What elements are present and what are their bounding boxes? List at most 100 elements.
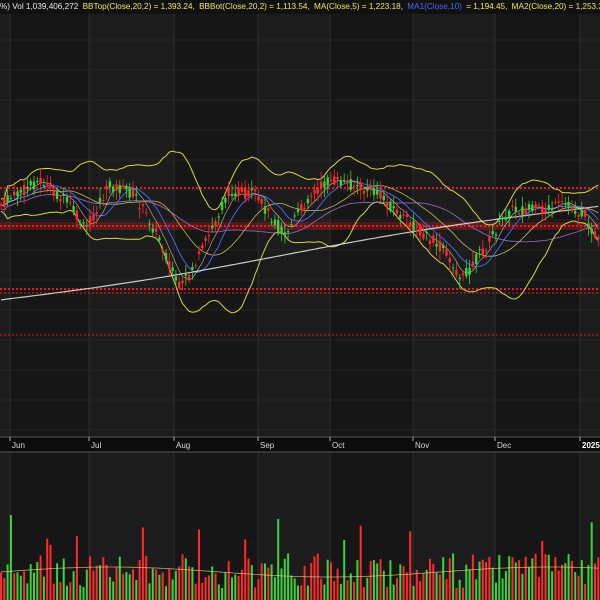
- candle-body: [118, 185, 121, 193]
- volume-bar: [379, 559, 382, 600]
- candle-body: [597, 236, 600, 240]
- volume-bar: [356, 560, 359, 600]
- volume-bar: [95, 565, 98, 600]
- candle-body: [240, 187, 244, 192]
- volume-bar: [16, 572, 19, 600]
- candle-body: [79, 223, 82, 225]
- volume-bar: [99, 565, 101, 600]
- volume-bar: [544, 554, 547, 600]
- candle-body: [237, 187, 240, 196]
- volume-bar: [372, 560, 375, 600]
- candle-body: [230, 193, 234, 196]
- candle-body: [72, 206, 75, 213]
- volume-bar: [287, 553, 290, 600]
- candle-body: [6, 195, 9, 203]
- candle-body: [108, 181, 112, 188]
- candle-body: [191, 266, 194, 270]
- volume-bar: [283, 558, 286, 600]
- candle-body: [52, 190, 55, 196]
- candle-body: [488, 236, 491, 242]
- volume-bar: [369, 560, 372, 600]
- candle-body: [0, 204, 3, 206]
- candle-body: [306, 198, 310, 204]
- volume-bar: [174, 570, 177, 600]
- volume-bar: [488, 556, 491, 600]
- candle-body: [435, 243, 438, 247]
- volume-bar: [584, 583, 587, 600]
- candle-body: [359, 182, 362, 191]
- candle-body: [220, 201, 224, 211]
- volume-bar: [402, 566, 405, 600]
- candle-body: [422, 233, 425, 239]
- candle-body: [399, 215, 402, 219]
- volume-bar: [303, 565, 306, 600]
- candle-body: [333, 176, 336, 185]
- volume-bar: [323, 584, 326, 600]
- volume-bar: [19, 575, 22, 600]
- candle-body: [564, 203, 567, 205]
- candle-body: [385, 201, 389, 208]
- candle-body: [267, 208, 270, 211]
- volume-bar: [376, 563, 379, 600]
- volume-bar: [257, 579, 260, 600]
- candle-body: [349, 179, 352, 190]
- candle-body: [105, 185, 108, 190]
- candle-body: [534, 204, 537, 209]
- volume-bar: [508, 556, 511, 600]
- price-volume-chart: Jun Jul Aug Sep Oct Nov Dec 2025: [0, 14, 600, 600]
- candle-body: [280, 226, 283, 234]
- candle-body: [211, 225, 214, 229]
- candle-body: [151, 228, 154, 233]
- volume-bar: [244, 539, 247, 600]
- candle-body: [82, 222, 85, 224]
- volume-bar: [419, 581, 422, 600]
- candle-body: [494, 234, 498, 236]
- volume-bar: [135, 579, 138, 600]
- volume-bar: [537, 577, 540, 600]
- volume-bar: [409, 531, 412, 600]
- candle-body: [178, 282, 181, 288]
- candle-body: [395, 209, 399, 214]
- candle-body: [92, 214, 95, 221]
- volume-bar: [580, 560, 583, 600]
- volume-bar: [524, 556, 527, 600]
- candle-body: [197, 251, 201, 254]
- volume-bar: [320, 578, 323, 600]
- candle-body: [405, 214, 409, 218]
- volume-bar: [277, 518, 280, 600]
- volume-bar: [49, 544, 52, 600]
- volume-bar: [511, 557, 514, 600]
- volume-bar: [567, 554, 570, 600]
- candle-body: [481, 248, 484, 255]
- candle-body: [303, 207, 306, 210]
- x-tick-label: Sep: [260, 441, 275, 450]
- volume-bar: [491, 567, 494, 600]
- volume-bar: [306, 585, 309, 600]
- candle-body: [300, 204, 303, 210]
- month-band-vol: [89, 452, 174, 600]
- candle-body: [451, 267, 455, 269]
- volume-bar: [435, 572, 438, 600]
- volume-bar: [201, 582, 204, 600]
- candle-body: [567, 202, 570, 207]
- candle-body: [418, 226, 422, 236]
- candle-body: [158, 237, 161, 241]
- candle-body: [366, 188, 369, 191]
- volume-bar: [188, 566, 191, 600]
- candle-body: [244, 187, 247, 199]
- candle-body: [478, 249, 481, 251]
- candle-body: [131, 189, 135, 197]
- candle-body: [263, 205, 267, 214]
- candle-body: [425, 232, 428, 234]
- volume-bar: [396, 578, 398, 600]
- volume-bar: [445, 578, 448, 600]
- candle-body: [560, 201, 564, 203]
- volume-bar: [13, 573, 16, 600]
- candle-body: [184, 273, 187, 276]
- volume-bar: [336, 568, 339, 600]
- candle-body: [36, 180, 39, 182]
- candle-body: [471, 261, 475, 266]
- volume-bar: [264, 563, 266, 600]
- volume-bar: [353, 582, 356, 600]
- candle-body: [389, 201, 392, 212]
